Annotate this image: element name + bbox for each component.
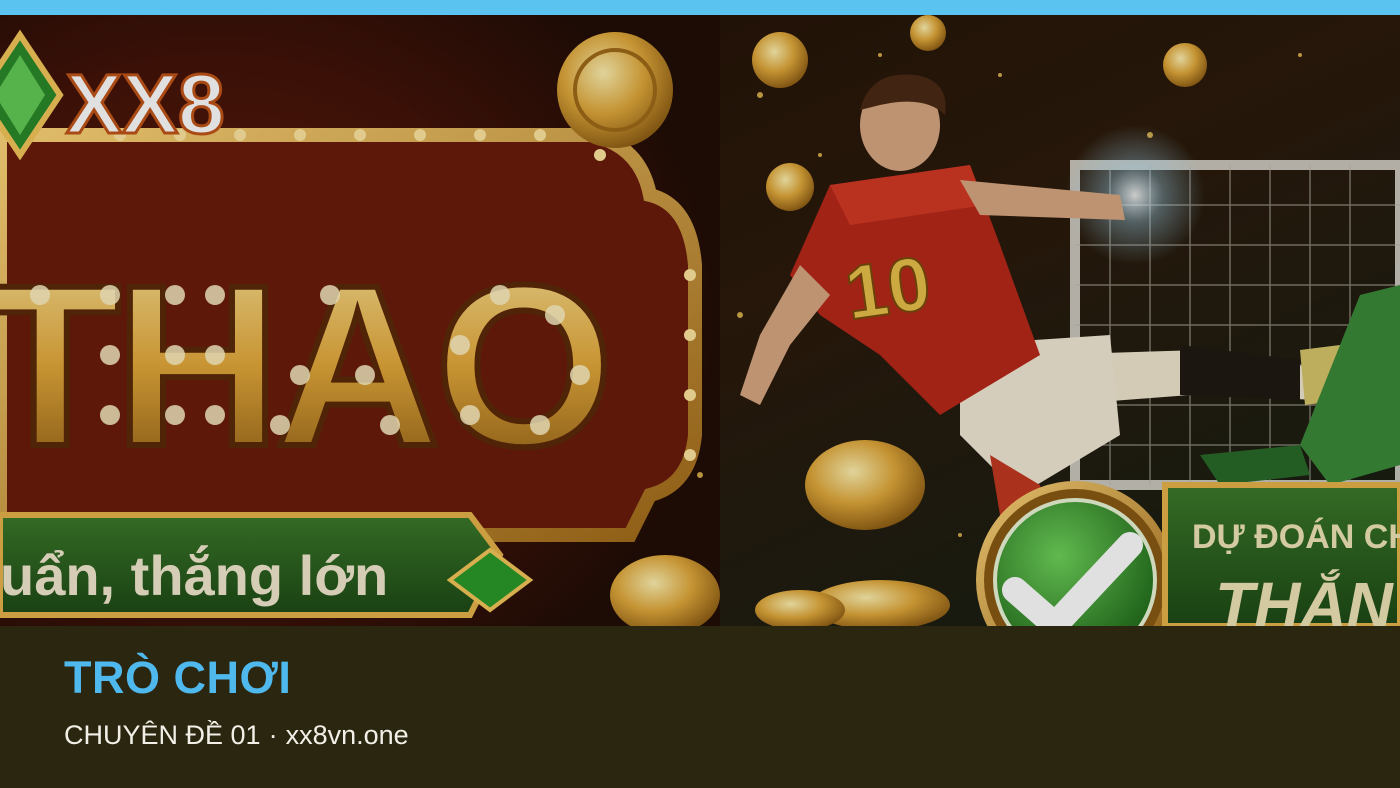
hero-banner[interactable]: XX8 THAO uẩn, thắng lớn 10 DỰ ĐOÁN CHI T… xyxy=(0,15,1400,626)
category-label: CHUYÊN ĐỀ 01 xyxy=(64,720,261,750)
banner-illustration: XX8 THAO uẩn, thắng lớn 10 DỰ ĐOÁN CHI T… xyxy=(0,15,1400,626)
separator-dot: · xyxy=(268,720,278,750)
meta-line: CHUYÊN ĐỀ 01 · xx8vn.one xyxy=(64,720,409,751)
top-accent-bar xyxy=(0,0,1400,15)
page: XX8 THAO uẩn, thắng lớn 10 DỰ ĐOÁN CHI T… xyxy=(0,0,1400,788)
caption-panel: TRÒ CHƠI CHUYÊN ĐỀ 01 · xx8vn.one xyxy=(0,626,1400,788)
site-link[interactable]: xx8vn.one xyxy=(286,720,409,750)
page-title[interactable]: TRÒ CHƠI xyxy=(64,652,291,704)
